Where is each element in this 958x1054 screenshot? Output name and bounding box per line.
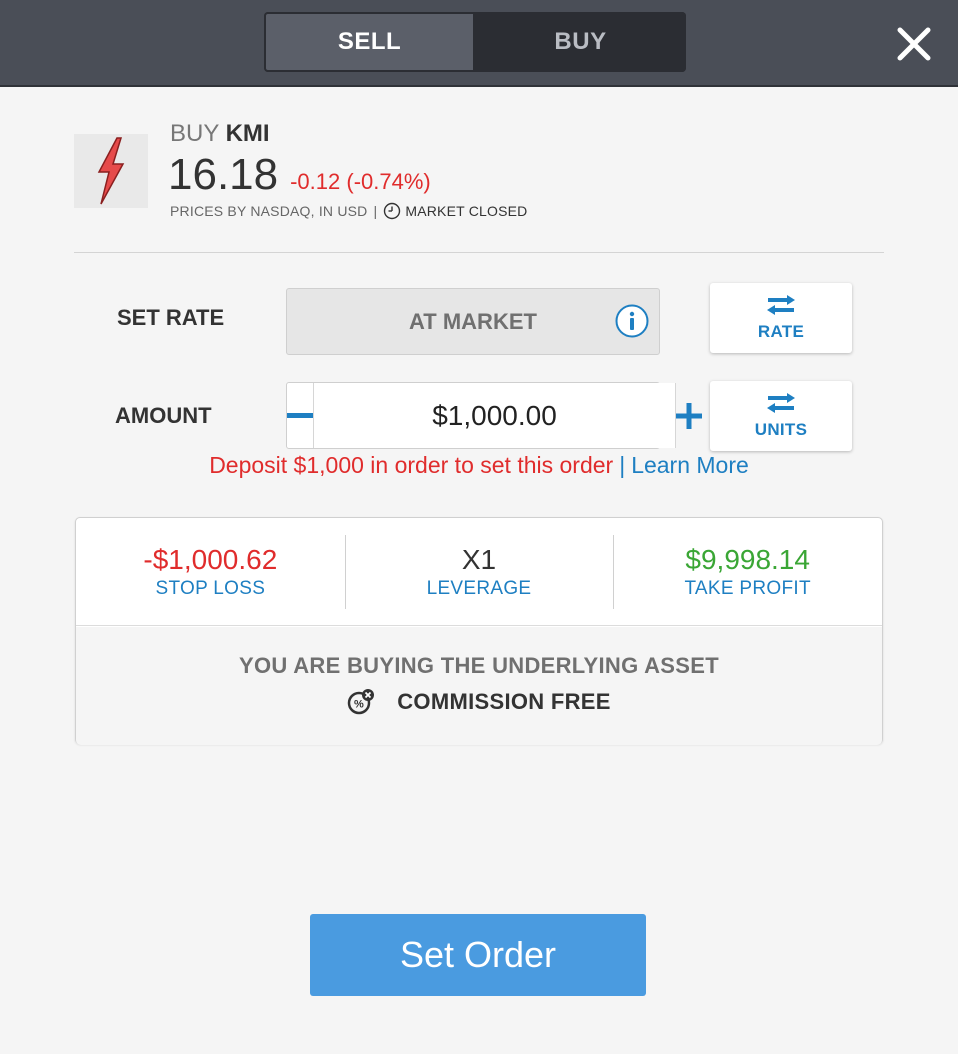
tab-sell[interactable]: SELL xyxy=(264,12,475,72)
stop-loss-cell[interactable]: -$1,000.62 STOP LOSS xyxy=(76,518,345,625)
clock-icon xyxy=(384,202,401,220)
deposit-text: Deposit $1,000 in order to set this orde… xyxy=(209,452,614,478)
asset-logo xyxy=(74,134,148,208)
leverage-cell[interactable]: X1 LEVERAGE xyxy=(344,518,614,625)
amount-input[interactable] xyxy=(313,383,676,448)
commission-free-icon: % xyxy=(347,689,375,715)
take-profit-cell[interactable]: $9,998.14 TAKE PROFIT xyxy=(613,518,882,625)
rate-field[interactable]: AT MARKET xyxy=(286,288,660,355)
asset-title: BUY KMI xyxy=(170,120,270,148)
leverage-value: X1 xyxy=(461,543,497,575)
notice-separator: | xyxy=(619,452,626,478)
card-footer xyxy=(76,627,882,745)
stop-loss-value: -$1,000.62 xyxy=(143,543,278,575)
commission-info: % COMMISSION FREE xyxy=(76,688,882,716)
decrease-button[interactable] xyxy=(287,383,313,448)
price-row: 16.18 -0.12 (-0.74%) xyxy=(168,150,431,200)
asset-action: BUY xyxy=(170,120,219,147)
amount-stepper xyxy=(286,382,702,449)
minus-icon xyxy=(287,412,313,418)
take-profit-label: TAKE PROFIT xyxy=(684,577,811,599)
top-bar: SELL BUY xyxy=(0,0,958,87)
units-toggle-label: UNITS xyxy=(754,420,808,439)
swap-arrows-icon xyxy=(767,295,795,315)
market-status: MARKET CLOSED xyxy=(405,203,528,219)
asset-price: 16.18 xyxy=(168,150,279,199)
asset-symbol: KMI xyxy=(225,120,270,147)
amount-label: AMOUNT xyxy=(115,403,212,428)
lightning-bolt-icon xyxy=(97,137,125,205)
rate-toggle-label: RATE xyxy=(757,322,805,341)
plus-icon xyxy=(676,402,702,429)
rate-value: AT MARKET xyxy=(409,308,537,334)
risk-settings: -$1,000.62 STOP LOSS X1 LEVERAGE $9,998.… xyxy=(76,518,882,626)
section-divider xyxy=(74,252,884,253)
price-change: -0.12 (-0.74%) xyxy=(290,169,431,194)
set-order-button[interactable]: Set Order xyxy=(310,914,646,996)
price-meta: PRICES BY NASDAQ, IN USD | MARKET CLOSED xyxy=(170,202,527,220)
deposit-notice: Deposit $1,000 in order to set this orde… xyxy=(0,452,958,479)
order-summary-card: -$1,000.62 STOP LOSS X1 LEVERAGE $9,998.… xyxy=(75,517,883,745)
rate-toggle-button[interactable]: RATE xyxy=(710,283,852,353)
learn-more-link[interactable]: Learn More xyxy=(631,452,749,478)
svg-text:%: % xyxy=(354,699,364,711)
tab-buy[interactable]: BUY xyxy=(475,12,686,72)
swap-arrows-icon xyxy=(767,393,795,413)
take-profit-value: $9,998.14 xyxy=(685,543,810,575)
close-icon[interactable] xyxy=(892,22,936,66)
info-icon[interactable] xyxy=(615,304,649,338)
underlying-asset-text: YOU ARE BUYING THE UNDERLYING ASSET xyxy=(239,653,719,678)
set-rate-label: SET RATE xyxy=(117,305,225,330)
increase-button[interactable] xyxy=(676,383,702,448)
leverage-label: LEVERAGE xyxy=(426,577,532,599)
units-toggle-button[interactable]: UNITS xyxy=(710,381,852,451)
commission-free-label: COMMISSION FREE xyxy=(397,689,611,714)
sell-buy-toggle: SELL BUY xyxy=(264,12,686,72)
price-source: PRICES BY NASDAQ, IN USD xyxy=(170,203,368,219)
meta-separator: | xyxy=(373,203,378,219)
stop-loss-label: STOP LOSS xyxy=(155,577,266,599)
